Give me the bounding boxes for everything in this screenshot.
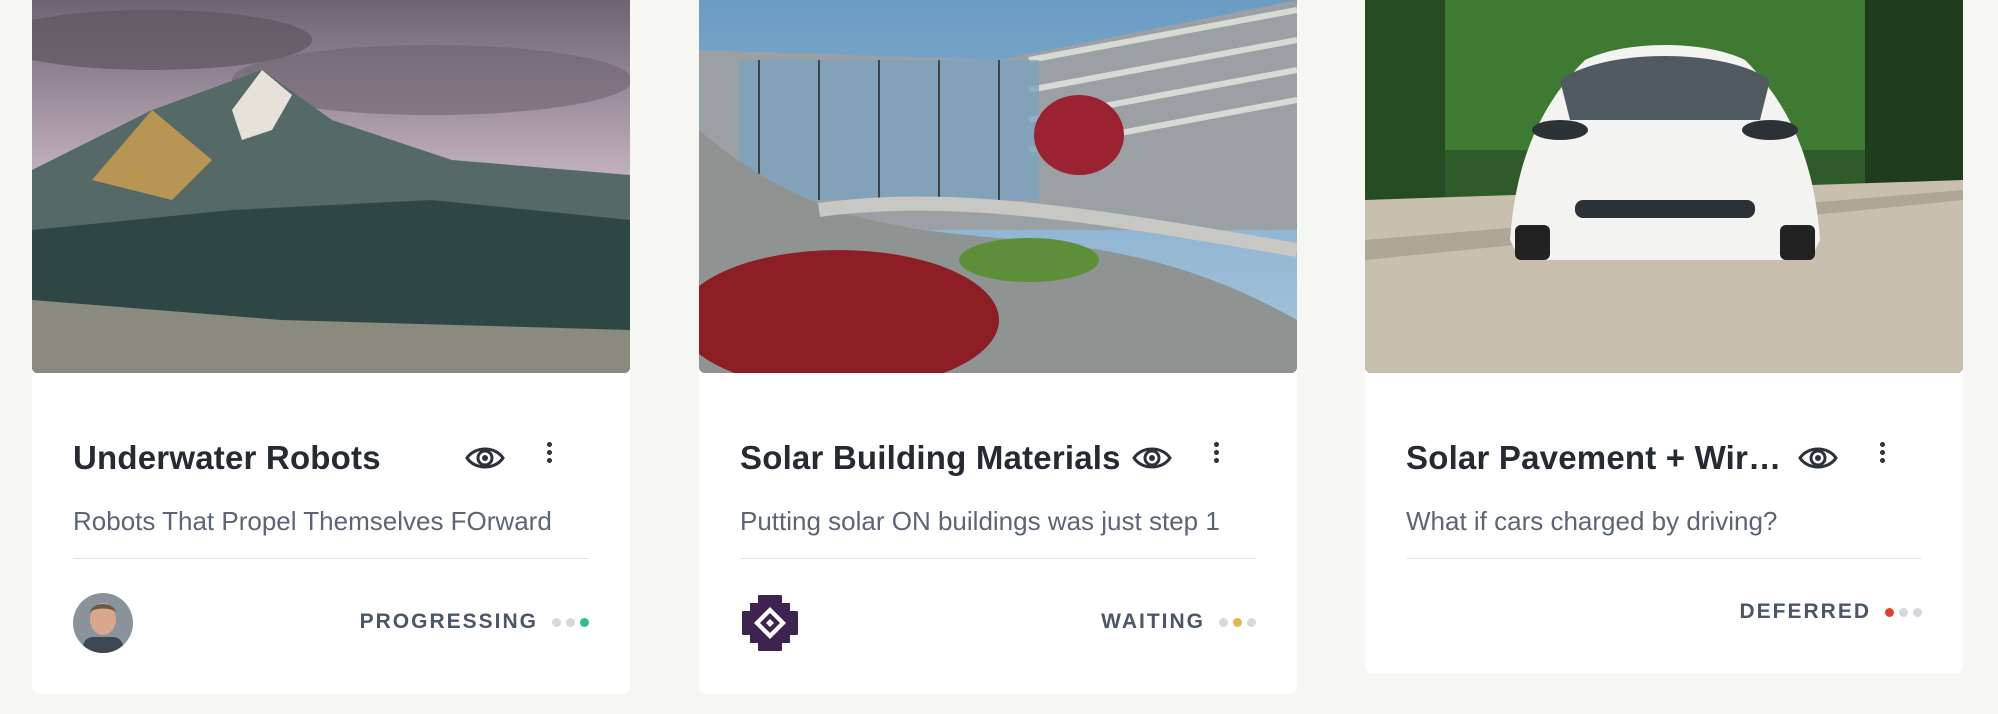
card-subtitle: Robots That Propel Themselves FOrward: [73, 506, 552, 536]
status-dots: [1219, 617, 1256, 627]
card-title[interactable]: Solar Pavement + Wirel...: [1406, 439, 1796, 477]
card-subtitle: Putting solar ON buildings was just step…: [740, 506, 1220, 536]
more-vertical-icon[interactable]: [1206, 439, 1226, 473]
eye-icon[interactable]: [1798, 441, 1838, 475]
cover-image-car: [1365, 0, 1963, 373]
more-vertical-icon[interactable]: [1872, 439, 1892, 473]
divider: [1406, 558, 1922, 559]
project-card[interactable]: Underwater Robots Robots That Propel The…: [32, 0, 630, 694]
project-card[interactable]: Solar Building Materials Putting solar O…: [699, 0, 1297, 694]
avatar[interactable]: [73, 593, 133, 653]
status-badge: PROGRESSING: [360, 610, 589, 634]
card-title[interactable]: Underwater Robots: [73, 439, 513, 477]
status-badge: DEFERRED: [1739, 600, 1922, 624]
avatar[interactable]: [740, 593, 800, 653]
divider: [740, 558, 1256, 559]
status-dots: [552, 617, 589, 627]
more-vertical-icon[interactable]: [539, 439, 559, 473]
status-dots: [1885, 607, 1922, 617]
divider: [73, 558, 589, 559]
project-card[interactable]: Solar Pavement + Wirel... What if cars c…: [1365, 0, 1963, 674]
eye-icon[interactable]: [465, 441, 505, 475]
cover-image-mountain: [32, 0, 630, 373]
status-label: WAITING: [1101, 610, 1205, 633]
card-title[interactable]: Solar Building Materials: [740, 439, 1180, 477]
status-label: DEFERRED: [1739, 600, 1871, 623]
status-label: PROGRESSING: [359, 610, 538, 633]
status-badge: WAITING: [1101, 610, 1256, 634]
cover-image-building: [699, 0, 1297, 373]
eye-icon[interactable]: [1132, 441, 1172, 475]
card-subtitle: What if cars charged by driving?: [1406, 506, 1778, 536]
